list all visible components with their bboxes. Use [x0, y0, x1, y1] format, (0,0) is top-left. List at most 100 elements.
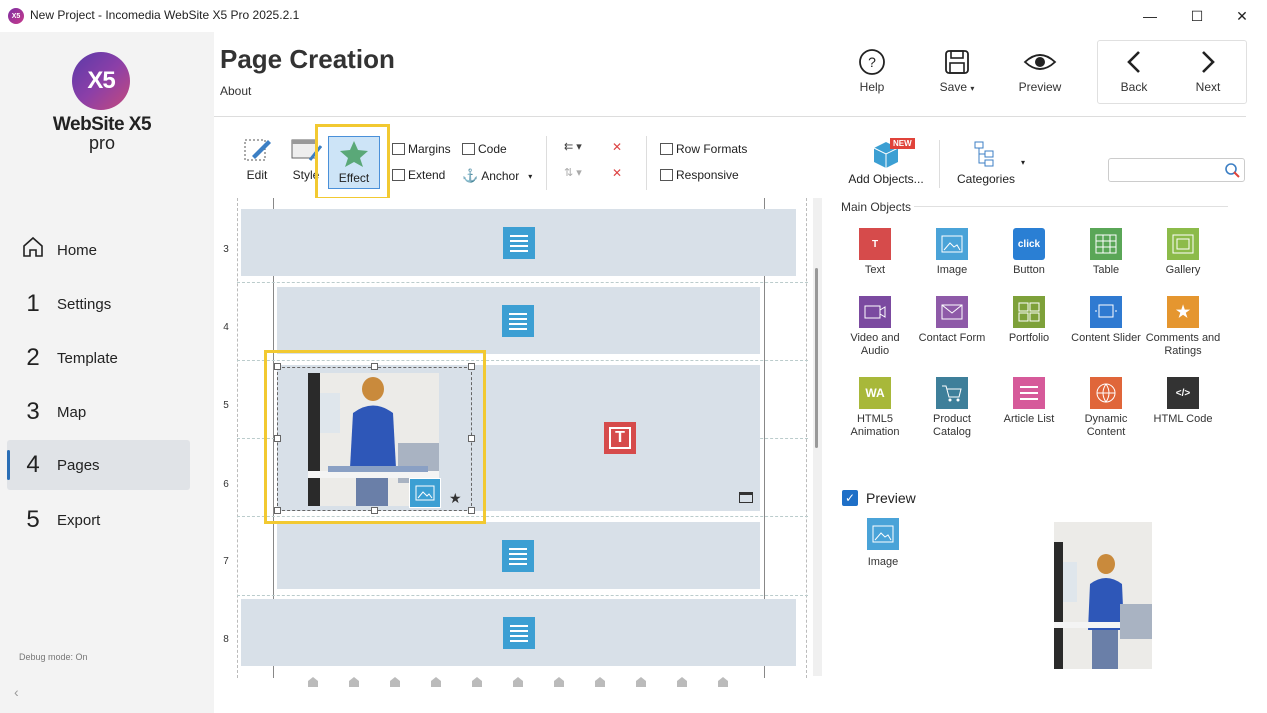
nav-label: Map: [57, 403, 87, 421]
margins-label: Margins: [408, 142, 451, 156]
resize-handle[interactable]: [274, 435, 281, 442]
object-video-audio[interactable]: Video and Audio: [837, 296, 913, 358]
column-marker[interactable]: [677, 677, 687, 687]
nav-export[interactable]: 5 Export: [7, 495, 190, 545]
main-area: Page Creation About ? Help Save ▾ Previe…: [214, 32, 1267, 713]
object-label: HTML5 Animation: [850, 413, 900, 438]
code-button[interactable]: Code: [462, 142, 507, 156]
star-icon: [329, 137, 379, 171]
row-formats-button[interactable]: Row Formats: [660, 142, 747, 156]
canvas-scrollbar[interactable]: [813, 198, 822, 676]
object-dynamic-content[interactable]: Dynamic Content: [1068, 377, 1144, 439]
minimize-button[interactable]: —: [1127, 0, 1173, 32]
object-button[interactable]: click Button: [991, 228, 1067, 277]
responsive-button[interactable]: Responsive: [660, 168, 739, 182]
nav-label: Template: [57, 349, 118, 367]
object-gallery[interactable]: Gallery: [1145, 228, 1221, 277]
resize-handle[interactable]: [371, 363, 378, 370]
image-object[interactable]: ★: [277, 367, 472, 511]
column-marker[interactable]: [472, 677, 482, 687]
row-block[interactable]: [277, 522, 760, 589]
page-title: Page Creation: [220, 44, 395, 74]
back-button[interactable]: Back: [1102, 44, 1166, 94]
nav-number: 1: [26, 290, 40, 317]
search-input[interactable]: [1108, 158, 1245, 182]
object-comments-ratings[interactable]: ★ Comments and Ratings: [1145, 296, 1221, 358]
code-label: Code: [478, 142, 507, 156]
resize-handle[interactable]: [468, 507, 475, 514]
row-block[interactable]: [241, 599, 796, 666]
row-number: 3: [223, 244, 229, 255]
page-grid-canvas[interactable]: T ★: [237, 198, 808, 678]
collapse-sidebar-icon[interactable]: ‹: [14, 684, 19, 700]
next-button[interactable]: Next: [1176, 44, 1240, 94]
edit-button[interactable]: Edit: [242, 134, 272, 182]
object-image[interactable]: Image: [914, 228, 990, 277]
column-marker[interactable]: [349, 677, 359, 687]
close-button[interactable]: ✕: [1219, 0, 1265, 32]
object-label: Comments and Ratings: [1145, 332, 1221, 357]
object-article-list[interactable]: Article List: [991, 377, 1067, 426]
row-block[interactable]: [277, 287, 760, 354]
object-table[interactable]: Table: [1068, 228, 1144, 277]
column-marker[interactable]: [718, 677, 728, 687]
object-content-slider[interactable]: Content Slider: [1068, 296, 1144, 345]
nav-template[interactable]: 2 Template: [7, 333, 190, 383]
save-button[interactable]: Save ▾: [925, 44, 989, 94]
remove-icon[interactable]: ✕: [612, 140, 622, 154]
object-product-catalog[interactable]: Product Catalog: [914, 377, 990, 439]
column-marker[interactable]: [513, 677, 523, 687]
resize-handle[interactable]: [468, 435, 475, 442]
categories-button[interactable]: Categories: [951, 138, 1021, 186]
help-label: Help: [859, 80, 885, 94]
column-marker[interactable]: [308, 677, 318, 687]
delete-row-icon[interactable]: ✕: [612, 166, 622, 180]
object-text[interactable]: T Text: [837, 228, 913, 277]
add-objects-button[interactable]: NEW Add Objects...: [846, 138, 926, 186]
checkbox-icon[interactable]: ✓: [842, 490, 858, 506]
row-formats-label: Row Formats: [676, 142, 748, 156]
resize-handle[interactable]: [274, 507, 281, 514]
preview-checkbox[interactable]: ✓ Preview: [842, 490, 916, 506]
effect-button[interactable]: Effect: [328, 136, 380, 189]
margins-button[interactable]: Margins: [392, 142, 451, 156]
column-marker[interactable]: [636, 677, 646, 687]
nav-map[interactable]: 3 Map: [7, 387, 190, 437]
portfolio-icon: [1013, 296, 1045, 328]
cart-icon: [936, 377, 968, 409]
add-objects-icon: NEW: [846, 138, 926, 172]
resize-handle[interactable]: [468, 363, 475, 370]
extend-label: Extend: [408, 168, 446, 182]
extend-icon: [392, 169, 405, 181]
object-label: Content Slider: [1071, 332, 1141, 344]
object-label: HTML Code: [1153, 413, 1213, 425]
nav-home[interactable]: Home: [7, 225, 190, 275]
object-label: Product Catalog: [933, 413, 971, 438]
maximize-button[interactable]: ☐: [1174, 0, 1220, 32]
align-icon: ⇅ ▾: [564, 167, 582, 179]
chevron-down-icon: ▾: [970, 84, 975, 93]
column-marker[interactable]: [431, 677, 441, 687]
chevron-down-icon: ▾: [1021, 158, 1026, 167]
help-button[interactable]: ? Help: [840, 44, 904, 94]
object-contact-form[interactable]: Contact Form: [914, 296, 990, 345]
row-number: 7: [223, 556, 229, 567]
nav-settings[interactable]: 1 Settings: [7, 279, 190, 329]
preview-button[interactable]: Preview: [1008, 44, 1072, 94]
object-html5-animation[interactable]: WA HTML5 Animation: [837, 377, 913, 439]
anchor-button[interactable]: ⚓ Anchor ▾: [462, 168, 532, 184]
resize-handle[interactable]: [274, 363, 281, 370]
column-marker[interactable]: [595, 677, 605, 687]
extend-button[interactable]: Extend: [392, 168, 445, 182]
object-portfolio[interactable]: Portfolio: [991, 296, 1067, 345]
arrange-icon[interactable]: ⇇ ▾: [564, 140, 582, 153]
scrollbar-thumb[interactable]: [815, 268, 818, 448]
ribbon-separator: [646, 136, 647, 190]
object-html-code[interactable]: </> HTML Code: [1145, 377, 1221, 426]
column-marker[interactable]: [554, 677, 564, 687]
nav-pages[interactable]: 4 Pages: [7, 440, 190, 490]
resize-handle[interactable]: [371, 507, 378, 514]
column-marker[interactable]: [390, 677, 400, 687]
row-block[interactable]: [241, 209, 796, 276]
objects-panel: Main Objects T Text Image click Button Tab…: [834, 198, 1247, 708]
